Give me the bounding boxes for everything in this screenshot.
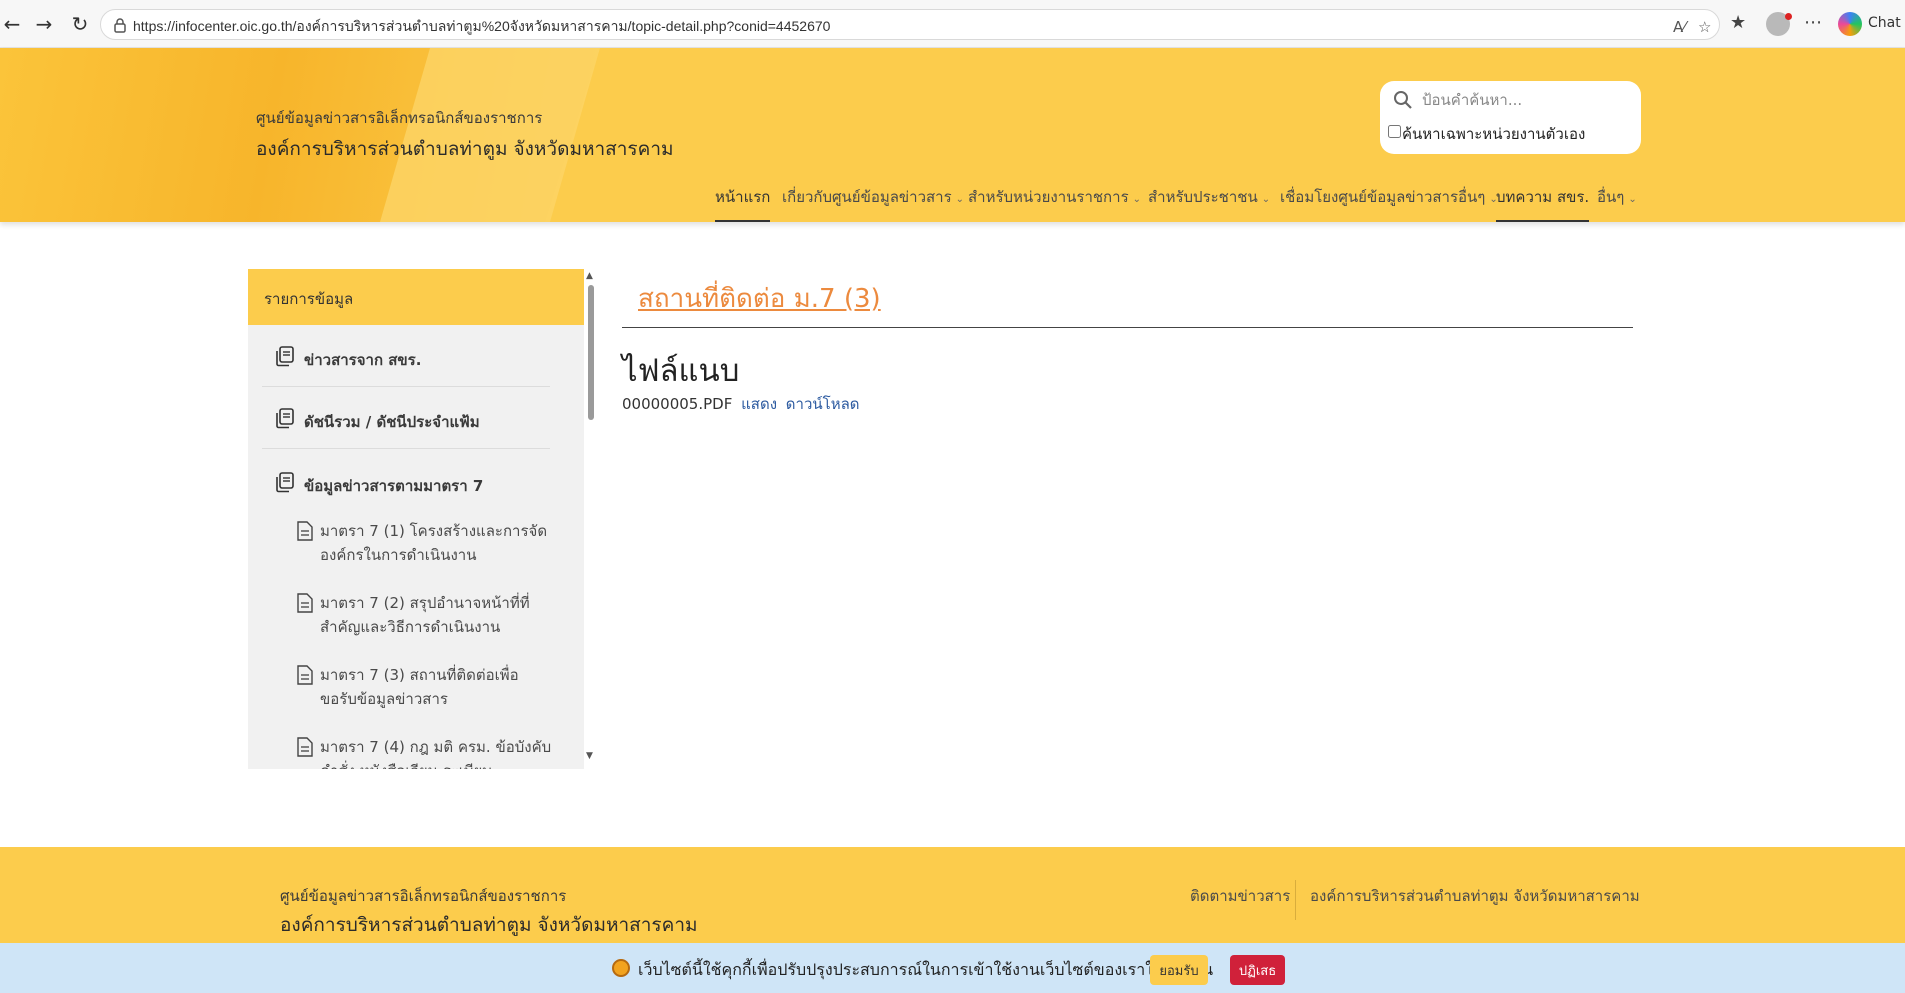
browser-toolbar: ← → ↻ https://infocenter.oic.go.th/องค์ก… — [0, 0, 1905, 48]
title-divider — [622, 327, 1633, 328]
refresh-icon[interactable]: ↻ — [68, 12, 92, 36]
chevron-down-icon: ⌄ — [955, 194, 965, 205]
cookie-consent-bar: เว็บไซต์นี้ใช้คุกกี้เพื่อปรับปรุงประสบกา… — [0, 943, 1905, 993]
document-icon — [297, 737, 313, 757]
nav-home-label: หน้าแรก — [715, 188, 771, 206]
own-agency-checkbox-label[interactable]: ค้นหาเฉพาะหน่วยงานตัวเอง — [1402, 122, 1585, 146]
nav-agencies-label: สำหรับหน่วยงานราชการ — [968, 188, 1129, 206]
documents-icon — [276, 472, 294, 493]
document-icon — [297, 593, 313, 613]
notification-dot — [1785, 13, 1792, 20]
chevron-down-icon: ⌄ — [1261, 194, 1271, 205]
document-icon — [297, 665, 313, 685]
url-text[interactable]: https://infocenter.oic.go.th/องค์การบริห… — [133, 16, 830, 38]
nav-more[interactable]: อื่นๆ ⌄ — [1597, 184, 1637, 222]
sidebar-item-label: ดัชนีรวม / ดัชนีประจำแฟ้ม — [304, 413, 480, 431]
sidebar-item-label: ข่าวสารจาก สขร. — [304, 351, 422, 369]
download-link[interactable]: ดาวน์โหลด — [786, 395, 860, 413]
sidebar-item-label: ข้อมูลข่าวสารตามมาตรา 7 — [304, 477, 484, 495]
favorite-star-icon[interactable]: ☆ — [1698, 18, 1711, 36]
sidebar-scrollbar[interactable]: ▲ ▼ — [586, 269, 596, 769]
footer-subtitle: ศูนย์ข้อมูลข่าวสารอิเล็กทรอนิกส์ของราชกา… — [280, 887, 567, 905]
search-box: ค้นหาเฉพาะหน่วยงานตัวเอง — [1380, 81, 1641, 154]
topic-title[interactable]: สถานที่ติดต่อ ม.7 (3) — [638, 278, 881, 319]
sidebar-subitem-label: มาตรา 7 (4) กฎ มติ ครม. ข้อบังคับ คำสั่ง… — [320, 738, 552, 769]
sidebar-subitem-label: มาตรา 7 (2) สรุปอำนาจหน้าที่ที่สำคัญและว… — [320, 594, 530, 636]
scrollbar-thumb[interactable] — [588, 285, 594, 420]
nav-citizens[interactable]: สำหรับประชาชน ⌄ — [1148, 184, 1270, 222]
attachment-row: 00000005.PDF แสดง ดาวน์โหลด — [622, 392, 860, 416]
favorites-list-icon[interactable]: ★ — [1730, 12, 1746, 33]
nav-agencies[interactable]: สำหรับหน่วยงานราชการ ⌄ — [968, 184, 1141, 222]
reject-cookies-button[interactable]: ปฏิเสธ — [1230, 955, 1285, 985]
search-input[interactable] — [1422, 87, 1627, 113]
chat-label[interactable]: Chat — [1868, 15, 1901, 31]
site-title[interactable]: องค์การบริหารส่วนตำบลท่าตูม จังหวัดมหาสา… — [256, 134, 674, 164]
sidebar-item-index[interactable]: ดัชนีรวม / ดัชนีประจำแฟ้ม — [262, 387, 550, 449]
search-icon[interactable] — [1392, 89, 1414, 111]
footer-link-org[interactable]: องค์การบริหารส่วนตำบลท่าตูม จังหวัดมหาสา… — [1310, 884, 1640, 908]
own-agency-checkbox[interactable] — [1388, 125, 1401, 138]
cookie-message: เว็บไซต์นี้ใช้คุกกี้เพื่อปรับปรุงประสบกา… — [638, 960, 1213, 979]
nav-about-label: เกี่ยวกับศูนย์ข้อมูลข่าวสาร — [782, 188, 952, 206]
document-icon — [297, 521, 313, 541]
sidebar: รายการข้อมูล ข่าวสารจาก สขร. ดัชนีรวม / … — [248, 269, 584, 769]
chevron-down-icon: ⌄ — [1628, 194, 1637, 205]
read-aloud-icon[interactable]: A⁄ — [1673, 18, 1686, 36]
nav-about[interactable]: เกี่ยวกับศูนย์ข้อมูลข่าวสาร ⌄ — [782, 184, 964, 222]
lock-icon[interactable] — [111, 16, 129, 34]
accept-cookies-button[interactable]: ยอมรับ — [1150, 955, 1208, 985]
more-icon[interactable]: ⋯ — [1804, 12, 1822, 33]
view-link[interactable]: แสดง — [741, 395, 777, 413]
forward-icon[interactable]: → — [32, 12, 56, 36]
documents-icon — [276, 408, 294, 429]
scroll-up-icon[interactable]: ▲ — [586, 271, 593, 281]
cookie-icon — [612, 959, 630, 977]
nav-more-label: อื่นๆ — [1597, 188, 1625, 206]
attachment-filename: 00000005.PDF — [622, 395, 733, 413]
nav-articles-label: บทความ สขร. — [1496, 188, 1590, 206]
nav-home[interactable]: หน้าแรก — [715, 184, 771, 222]
sidebar-subitem-label: มาตรา 7 (3) สถานที่ติดต่อเพื่อขอรับข้อมู… — [320, 666, 519, 708]
footer-divider — [1295, 880, 1296, 920]
main-nav: หน้าแรก เกี่ยวกับศูนย์ข้อมูลข่าวสาร ⌄ สำห… — [0, 184, 1905, 222]
nav-links[interactable]: เชื่อมโยงศูนย์ข้อมูลข่าวสารอื่นๆ ⌄ — [1280, 184, 1498, 222]
back-icon[interactable]: ← — [0, 12, 24, 36]
nav-links-label: เชื่อมโยงศูนย์ข้อมูลข่าวสารอื่นๆ — [1280, 188, 1486, 206]
sidebar-item-section7[interactable]: ข้อมูลข่าวสารตามมาตรา 7 — [262, 451, 550, 513]
footer-link-follow[interactable]: ติดตามข่าวสาร — [1190, 884, 1290, 908]
sidebar-subitem-label: มาตรา 7 (1) โครงสร้างและการจัดองค์กรในกา… — [320, 522, 548, 564]
sidebar-item-news[interactable]: ข่าวสารจาก สขร. — [262, 325, 550, 387]
sidebar-heading: รายการข้อมูล — [248, 269, 584, 325]
site-header: ศูนย์ข้อมูลข่าวสารอิเล็กทรอนิกส์ของราชกา… — [0, 48, 1905, 222]
footer-title: องค์การบริหารส่วนตำบลท่าตูม จังหวัดมหาสา… — [280, 914, 698, 936]
site-subtitle: ศูนย์ข้อมูลข่าวสารอิเล็กทรอนิกส์ของราชกา… — [256, 109, 543, 127]
attachments-heading: ไฟล์แนบ — [622, 353, 740, 389]
copilot-icon[interactable] — [1838, 12, 1862, 36]
nav-articles[interactable]: บทความ สขร. — [1496, 184, 1590, 222]
documents-icon — [276, 346, 294, 367]
nav-citizens-label: สำหรับประชาชน — [1148, 188, 1258, 206]
scroll-down-icon[interactable]: ▼ — [586, 751, 593, 761]
chevron-down-icon: ⌄ — [1132, 194, 1142, 205]
address-bar[interactable]: https://infocenter.oic.go.th/องค์การบริห… — [100, 9, 1720, 40]
